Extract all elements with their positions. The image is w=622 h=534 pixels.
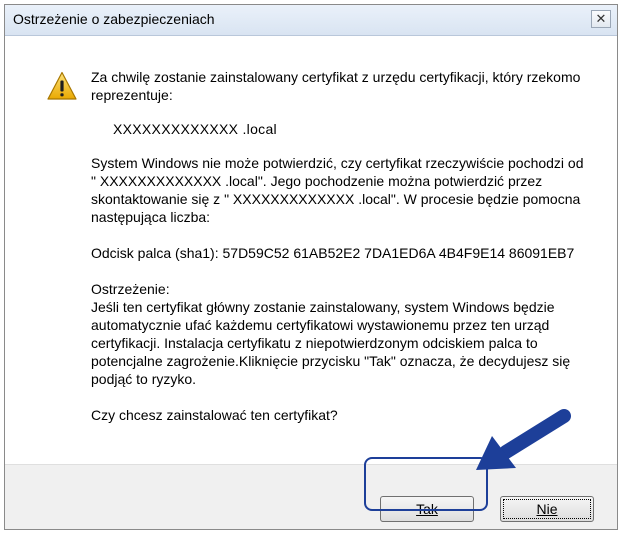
no-button-label: Nie [536,501,558,517]
window-title: Ostrzeżenie o zabezpieczeniach [13,11,215,27]
yes-button-label: Tak [416,501,438,517]
warning-icon [47,71,77,100]
thumbprint-text: Odcisk palca (sha1): 57D59C52 61AB52E2 7… [91,245,575,261]
no-button[interactable]: Nie [500,496,594,522]
message-body: Za chwilę zostanie zainstalowany certyfi… [91,68,591,424]
intro-text: Za chwilę zostanie zainstalowany certyfi… [91,69,581,103]
dialog-content: Za chwilę zostanie zainstalowany certyfi… [5,36,617,464]
host-name: XXXXXXXXXXXXX .local [113,121,277,137]
yes-button[interactable]: Tak [380,496,474,522]
warning-body: Jeśli ten certyfikat główny zostanie zai… [91,299,571,387]
warning-heading: Ostrzeżenie: [91,281,170,297]
title-bar[interactable]: Ostrzeżenie o zabezpieczeniach ✕ [5,5,617,36]
verify-text: System Windows nie może potwierdzić, czy… [91,155,584,225]
arrow-pointer-icon [476,409,571,470]
close-button[interactable]: ✕ [591,10,611,28]
